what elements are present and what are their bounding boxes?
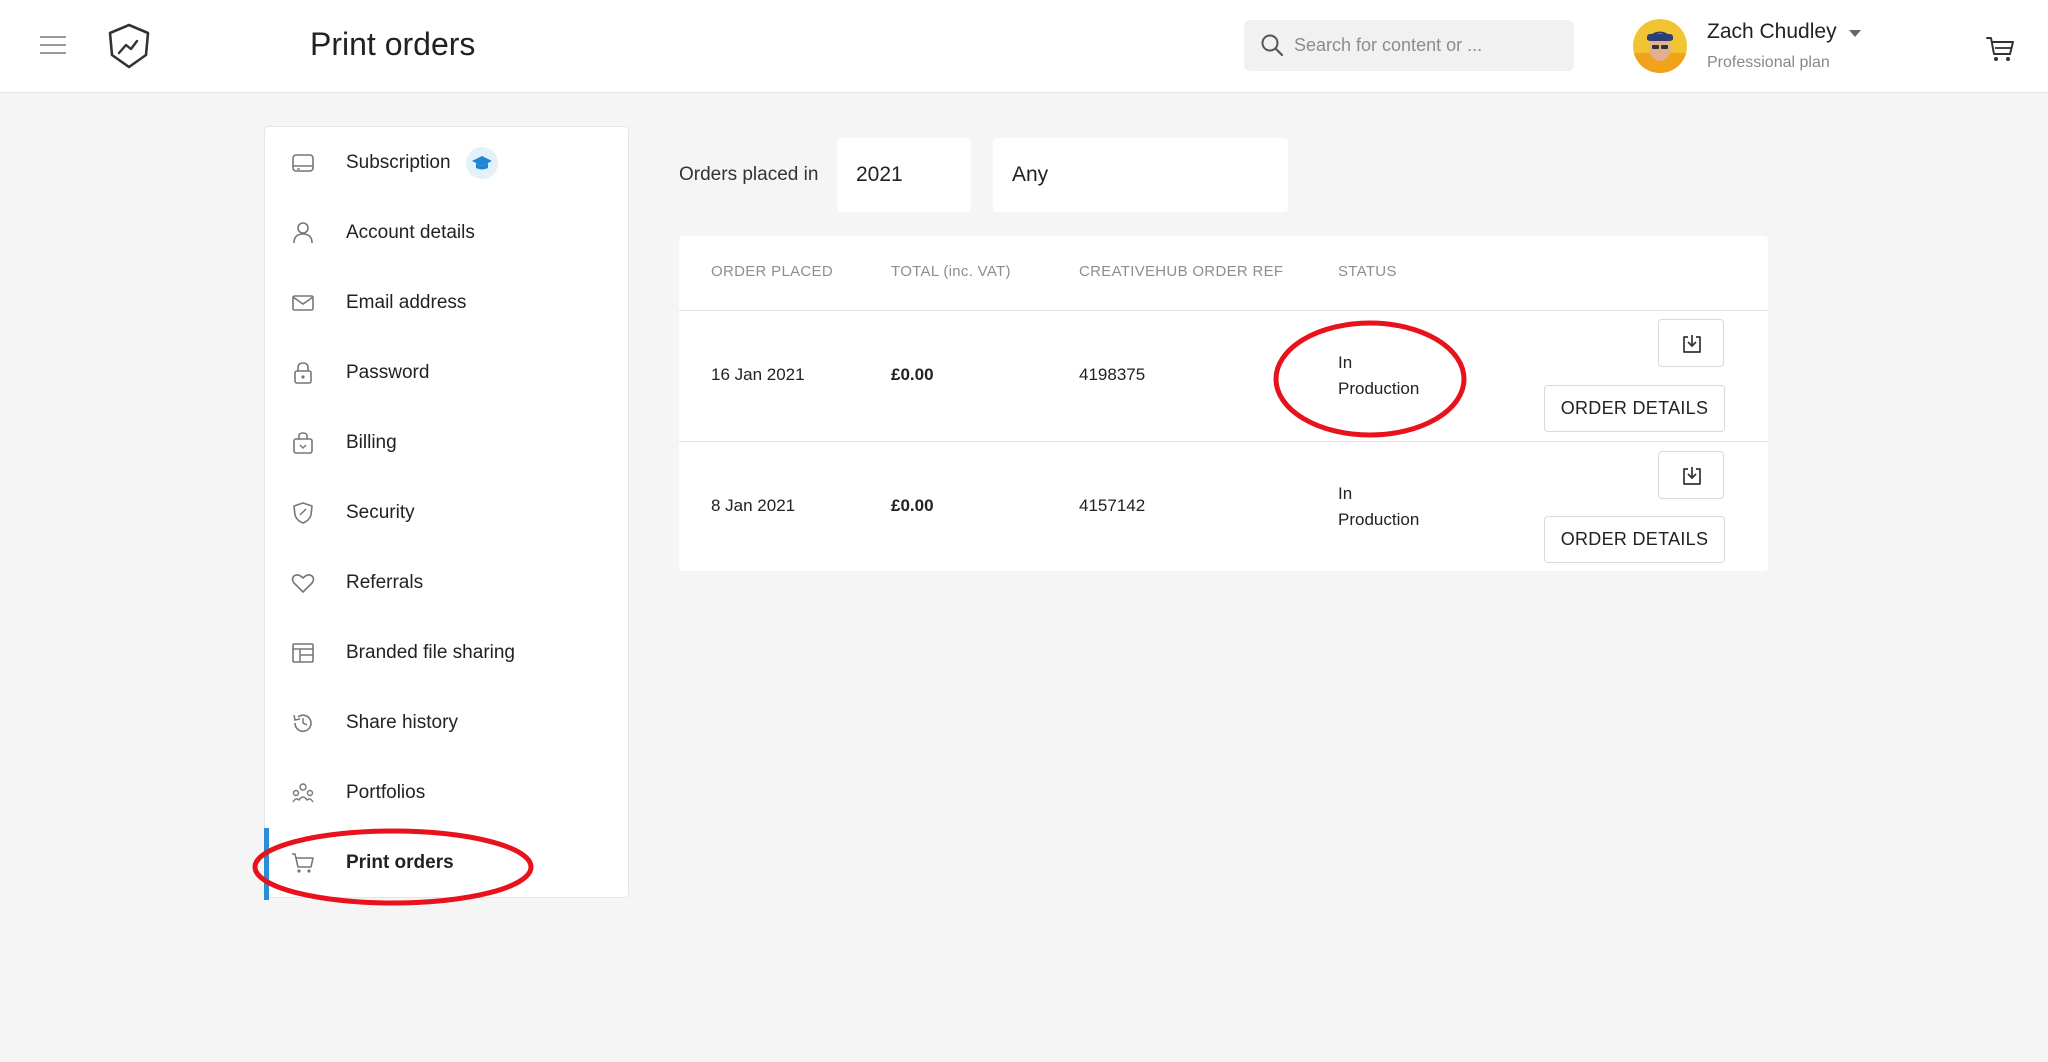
chevron-down-icon[interactable] xyxy=(1849,30,1861,37)
top-header: Print orders Zach Chudley Professional p… xyxy=(0,0,2048,93)
sidebar-item-label: Billing xyxy=(346,432,397,453)
sidebar-item-label: Referrals xyxy=(346,572,424,593)
status-select[interactable]: Any xyxy=(993,138,1288,212)
order-ref: 4198375 xyxy=(1079,365,1146,384)
sidebar-item-label: Branded file sharing xyxy=(346,642,515,663)
column-header-order-placed: ORDER PLACED xyxy=(711,263,833,280)
search-icon xyxy=(1261,34,1284,57)
order-details-button[interactable]: ORDER DETAILS xyxy=(1544,516,1725,563)
sidebar-item-label: Security xyxy=(346,502,415,523)
column-header-order-ref: CREATIVEHUB ORDER REF xyxy=(1079,263,1284,280)
graduation-cap-icon xyxy=(466,147,498,179)
subscription-icon xyxy=(292,154,314,172)
download-icon xyxy=(1683,335,1701,353)
order-total: £0.00 xyxy=(891,496,934,515)
download-button[interactable] xyxy=(1658,451,1724,499)
sidebar-item-label: Account details xyxy=(346,222,475,243)
column-header-total: TOTAL (inc. VAT) xyxy=(891,263,1011,280)
sidebar-item-share-history[interactable]: Share history xyxy=(265,688,628,758)
user-name[interactable]: Zach Chudley xyxy=(1707,20,1837,44)
search-input[interactable] xyxy=(1294,20,1564,71)
sidebar-item-branded-file-sharing[interactable]: Branded file sharing xyxy=(265,618,628,688)
order-status: In Production xyxy=(1338,484,1420,529)
sidebar-item-print-orders[interactable]: Print orders xyxy=(264,828,628,900)
sidebar-item-label: Password xyxy=(346,362,430,383)
menu-icon[interactable] xyxy=(40,36,66,56)
logo-icon[interactable] xyxy=(106,22,152,70)
sidebar-item-billing[interactable]: Billing xyxy=(265,408,628,478)
search-box[interactable] xyxy=(1244,20,1574,71)
cart-icon[interactable] xyxy=(1985,34,2015,64)
sidebar-item-label: Portfolios xyxy=(346,782,426,803)
download-icon xyxy=(1683,467,1701,485)
portfolio-icon xyxy=(292,783,314,803)
sidebar-item-account-details[interactable]: Account details xyxy=(265,198,628,268)
lock-icon xyxy=(294,362,312,384)
sidebar-item-password[interactable]: Password xyxy=(265,338,628,408)
sidebar-item-label: Print orders xyxy=(346,852,454,873)
sidebar-item-subscription[interactable]: Subscription xyxy=(265,128,628,198)
column-header-status: STATUS xyxy=(1338,263,1397,280)
order-ref: 4157142 xyxy=(1079,496,1146,515)
download-button[interactable] xyxy=(1658,319,1724,367)
row-divider xyxy=(679,441,1768,442)
history-icon xyxy=(293,714,312,733)
sidebar-item-referrals[interactable]: Referrals xyxy=(265,548,628,618)
sidebar-item-email-address[interactable]: Email address xyxy=(265,268,628,338)
avatar[interactable] xyxy=(1633,19,1687,73)
page-title: Print orders xyxy=(310,26,476,62)
order-status: In Production xyxy=(1338,353,1420,398)
sidebar-item-label: Email address xyxy=(346,292,467,313)
sidebar-item-label: Subscription xyxy=(346,152,451,173)
billing-bag-icon xyxy=(293,432,313,454)
order-details-button[interactable]: ORDER DETAILS xyxy=(1544,385,1725,432)
heart-icon xyxy=(291,574,315,593)
order-total: £0.00 xyxy=(891,365,934,384)
sidebar-item-portfolios[interactable]: Portfolios xyxy=(265,758,628,828)
order-date: 8 Jan 2021 xyxy=(711,496,796,515)
cart-icon xyxy=(292,853,314,873)
user-plan: Professional plan xyxy=(1707,54,1830,71)
sidebar-item-label: Share history xyxy=(346,712,458,733)
order-date: 16 Jan 2021 xyxy=(711,365,805,384)
sidebar-item-security[interactable]: Security xyxy=(265,478,628,548)
settings-sidebar: Subscription Account details Email addre… xyxy=(264,126,629,900)
envelope-icon xyxy=(292,295,314,311)
header-divider xyxy=(679,310,1768,311)
shield-icon xyxy=(293,502,313,524)
layout-icon xyxy=(292,643,314,663)
user-icon xyxy=(293,222,313,244)
year-select[interactable]: 2021 xyxy=(837,138,971,212)
orders-filter-label: Orders placed in xyxy=(679,164,819,185)
